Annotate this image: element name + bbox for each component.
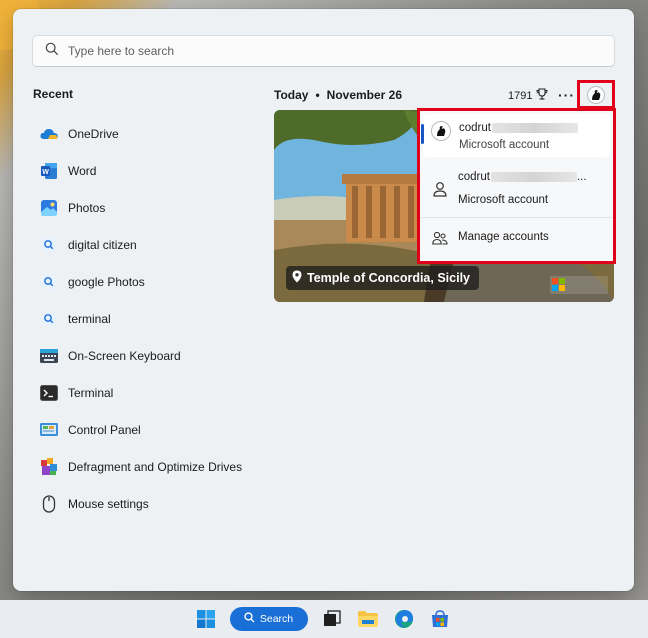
account-current[interactable]: codrut Microsoft account	[421, 114, 610, 157]
control-panel-icon	[39, 420, 59, 440]
location-pin-icon	[292, 270, 307, 286]
recent-item-label: Terminal	[68, 385, 114, 400]
edge-browser-icon[interactable]	[392, 607, 416, 631]
account-type: Microsoft account	[458, 194, 549, 206]
recent-item-label: google Photos	[68, 274, 145, 289]
account-other[interactable]: codrut... Microsoft account	[420, 157, 613, 217]
spotlight-caption[interactable]: Temple of Concordia, Sicily	[286, 266, 479, 290]
avatar	[587, 85, 605, 104]
recent-item-terminal-search[interactable]: terminal	[39, 300, 259, 337]
keyboard-icon	[39, 346, 59, 366]
recent-item-label: Defragment and Optimize Drives	[68, 459, 243, 474]
recent-list: OneDrive W Word Photos digital citizen g…	[39, 115, 259, 522]
account-button[interactable]	[577, 80, 615, 109]
file-explorer-icon[interactable]	[356, 607, 380, 631]
account-name: codrut	[458, 171, 490, 183]
recent-heading: Recent	[33, 87, 74, 101]
microsoft-logo	[550, 276, 608, 294]
avatar	[431, 121, 451, 141]
today-label: Today	[274, 88, 309, 102]
search-box[interactable]	[32, 35, 615, 67]
taskbar-search-button[interactable]: Search	[229, 607, 308, 631]
search-result-icon	[39, 309, 59, 329]
account-name: codrut	[459, 122, 491, 134]
rewards-trophy-icon	[532, 88, 548, 103]
microsoft-store-icon[interactable]	[428, 607, 452, 631]
recent-item-label: Word	[68, 163, 97, 178]
today-separator: •	[315, 88, 320, 102]
recent-item-control-panel[interactable]: Control Panel	[39, 411, 259, 448]
manage-accounts-button[interactable]: Manage accounts	[420, 217, 613, 257]
search-icon	[244, 612, 260, 626]
recent-item-label: Photos	[68, 200, 106, 215]
taskbar-search-label: Search	[259, 613, 294, 625]
recent-item-terminal[interactable]: Terminal	[39, 374, 259, 411]
account-name-suffix: ...	[576, 171, 587, 183]
spotlight-caption-text: Temple of Concordia, Sicily	[307, 271, 470, 285]
taskbar: Search	[0, 600, 648, 638]
recent-item-onedrive[interactable]: OneDrive	[39, 115, 259, 152]
account-switcher-popup: codrut Microsoft account codrut... Micro…	[417, 108, 616, 264]
search-icon	[45, 42, 59, 61]
search-input[interactable]	[68, 44, 548, 58]
svg-text:W: W	[42, 169, 49, 176]
recent-item-label: Mouse settings	[68, 496, 149, 511]
more-options-icon[interactable]: ···	[558, 87, 575, 103]
start-menu: Recent OneDrive W Word Photos digital ci…	[13, 9, 634, 591]
photos-icon	[39, 198, 59, 218]
recent-item-label: On-Screen Keyboard	[68, 348, 181, 363]
windows-start-icon[interactable]	[194, 607, 218, 631]
recent-item-mouse-settings[interactable]: Mouse settings	[39, 485, 259, 522]
manage-accounts-label: Manage accounts	[458, 231, 549, 243]
mouse-icon	[39, 494, 59, 514]
onedrive-icon	[39, 124, 59, 144]
recent-item-label: Control Panel	[68, 422, 141, 437]
people-icon	[430, 228, 450, 248]
search-result-icon	[39, 272, 59, 292]
today-date: November 26	[326, 88, 403, 102]
recent-item-defragment[interactable]: Defragment and Optimize Drives	[39, 448, 259, 485]
recent-item-label: OneDrive	[68, 126, 119, 141]
rewards-points-value: 1791	[508, 89, 533, 102]
word-icon: W	[39, 161, 59, 181]
account-type: Microsoft account	[459, 139, 550, 151]
recent-item-digital-citizen[interactable]: digital citizen	[39, 226, 259, 263]
task-view-icon[interactable]	[320, 607, 344, 631]
rewards-points[interactable]: 1791	[508, 88, 548, 103]
recent-item-on-screen-keyboard[interactable]: On-Screen Keyboard	[39, 337, 259, 374]
search-result-icon	[39, 235, 59, 255]
recent-item-photos[interactable]: Photos	[39, 189, 259, 226]
recent-item-label: terminal	[68, 311, 111, 326]
defrag-icon	[39, 457, 59, 477]
recent-item-label: digital citizen	[68, 237, 137, 252]
terminal-icon	[39, 383, 59, 403]
recent-item-word[interactable]: W Word	[39, 152, 259, 189]
person-icon	[430, 179, 450, 199]
redacted-email	[491, 122, 578, 133]
recent-item-google-photos[interactable]: google Photos	[39, 263, 259, 300]
redacted-email	[490, 171, 577, 182]
